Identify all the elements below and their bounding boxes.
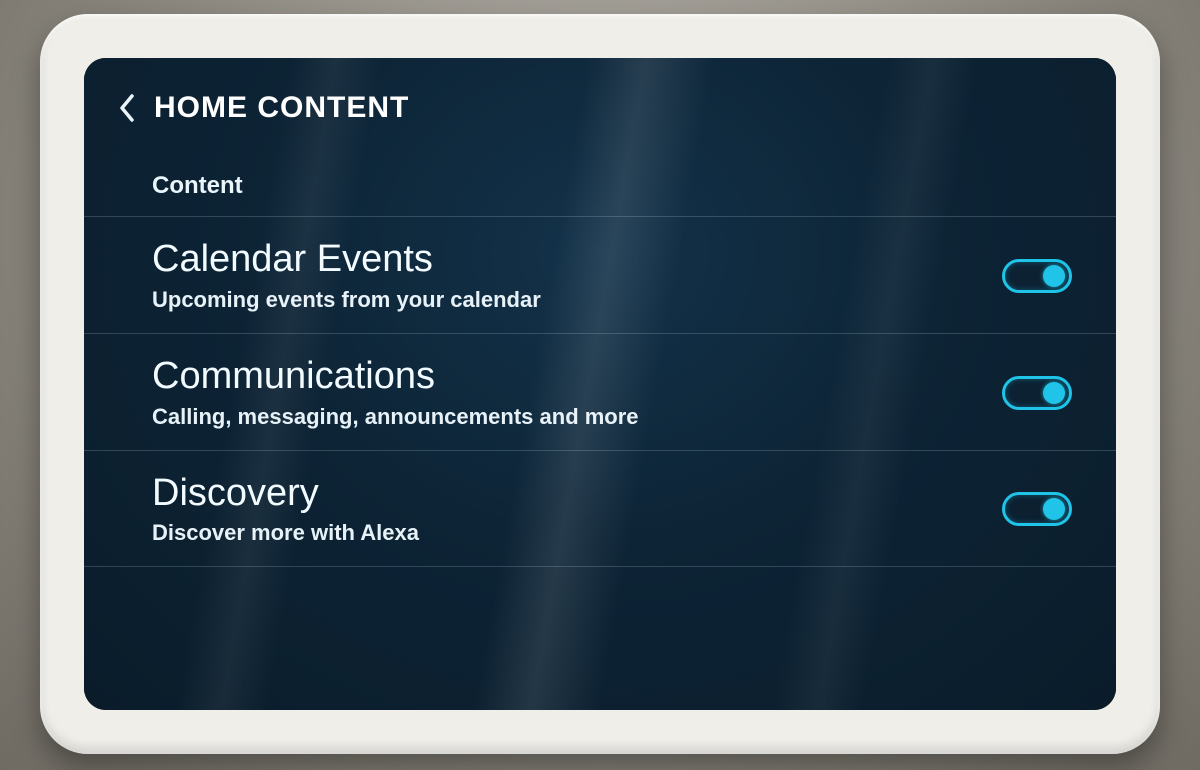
section-label: Content	[84, 148, 1116, 217]
setting-row-calendar-events[interactable]: Calendar Events Upcoming events from you…	[84, 217, 1116, 334]
setting-subtitle: Upcoming events from your calendar	[152, 287, 978, 313]
toggle-knob	[1043, 498, 1065, 520]
toggle-knob	[1043, 382, 1065, 404]
setting-title: Discovery	[152, 473, 978, 515]
photo-background: HOME CONTENT Content Calendar Events Upc…	[0, 0, 1200, 770]
setting-subtitle: Calling, messaging, announcements and mo…	[152, 404, 978, 430]
page-title: HOME CONTENT	[154, 91, 409, 125]
toggle-discovery[interactable]	[1002, 492, 1072, 526]
screen: HOME CONTENT Content Calendar Events Upc…	[84, 58, 1116, 710]
setting-row-communications[interactable]: Communications Calling, messaging, annou…	[84, 334, 1116, 451]
setting-row-text: Discovery Discover more with Alexa	[152, 473, 1002, 547]
setting-title: Communications	[152, 356, 978, 398]
chevron-left-icon	[118, 93, 136, 123]
setting-title: Calendar Events	[152, 239, 978, 281]
device-frame: HOME CONTENT Content Calendar Events Upc…	[40, 14, 1160, 754]
setting-row-text: Calendar Events Upcoming events from you…	[152, 239, 1002, 313]
device-bezel: HOME CONTENT Content Calendar Events Upc…	[84, 58, 1116, 710]
setting-row-text: Communications Calling, messaging, annou…	[152, 356, 1002, 430]
back-button[interactable]	[114, 88, 140, 128]
toggle-communications[interactable]	[1002, 376, 1072, 410]
toggle-calendar-events[interactable]	[1002, 259, 1072, 293]
page-header: HOME CONTENT	[84, 58, 1116, 144]
setting-row-discovery[interactable]: Discovery Discover more with Alexa	[84, 451, 1116, 568]
setting-subtitle: Discover more with Alexa	[152, 520, 978, 546]
settings-list[interactable]: Content Calendar Events Upcoming events …	[84, 144, 1116, 567]
toggle-knob	[1043, 265, 1065, 287]
